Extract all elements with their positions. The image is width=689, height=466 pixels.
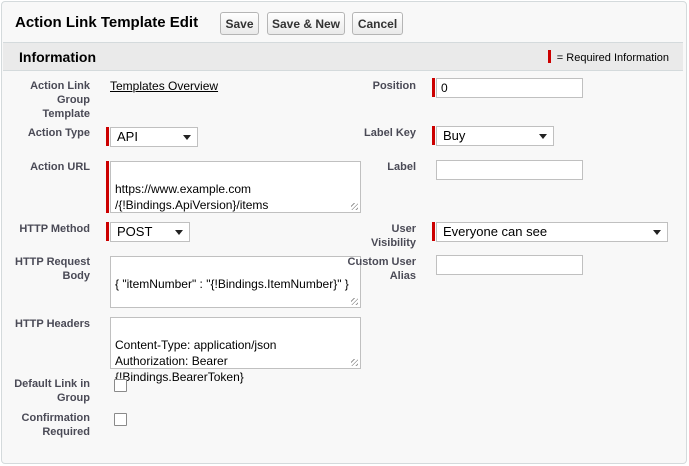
custom-user-alias-label: Custom User Alias [347, 256, 416, 282]
action-url-label: Action URL [30, 161, 90, 173]
group-template-label: Action Link Group Template [30, 80, 90, 120]
user-visibility-required-marker [432, 222, 435, 241]
action-type-label: Action Type [27, 127, 90, 139]
http-method-value: POST [117, 224, 153, 239]
group-template-link[interactable]: Templates Overview [110, 79, 218, 93]
position-label: Position [372, 80, 416, 92]
action-url-value: https://www.example.com /{!Bindings.ApiV… [115, 182, 269, 212]
http-method-required-marker [106, 222, 109, 241]
action-type-value: API [117, 129, 138, 144]
chevron-down-icon [539, 134, 547, 139]
section-title: Information [19, 49, 96, 65]
http-headers-textarea[interactable]: Content-Type: application/json Authoriza… [110, 317, 361, 384]
cancel-button[interactable]: Cancel [352, 12, 403, 35]
label-key-value: Buy [443, 128, 466, 143]
required-marker [547, 50, 551, 63]
label-input[interactable] [436, 160, 583, 180]
user-visibility-select[interactable]: Everyone can see [436, 222, 668, 242]
label-key-select[interactable]: Buy [436, 126, 554, 146]
http-request-body-textarea[interactable]: { "itemNumber" : "{!Bindings.ItemNumber}… [110, 256, 361, 308]
save-button[interactable]: Save [220, 12, 259, 35]
custom-user-alias-input[interactable] [436, 255, 583, 275]
confirmation-required-checkbox[interactable] [114, 413, 127, 426]
default-link-label: Default Link in Group [14, 378, 90, 404]
chevron-down-icon [175, 230, 183, 235]
user-visibility-value: Everyone can see [443, 224, 548, 239]
http-request-body-value: { "itemNumber" : "{!Bindings.ItemNumber}… [115, 277, 349, 291]
position-required-marker [432, 78, 435, 97]
http-method-select[interactable]: POST [110, 222, 190, 242]
default-link-checkbox[interactable] [114, 379, 127, 392]
position-input[interactable] [436, 78, 583, 98]
section-header: Information = Required Information [3, 42, 683, 71]
http-headers-label: HTTP Headers [15, 318, 90, 330]
page-title: Action Link Template Edit [15, 14, 199, 31]
http-method-label: HTTP Method [19, 223, 90, 235]
chevron-down-icon [653, 230, 661, 235]
resize-grip-icon[interactable] [351, 298, 358, 305]
required-legend-text: = Required Information [556, 52, 669, 64]
http-request-body-label: HTTP Request Body [15, 256, 90, 282]
label-key-label: Label Key [364, 127, 416, 139]
save-and-new-button[interactable]: Save & New [267, 12, 345, 35]
resize-grip-icon[interactable] [351, 359, 358, 366]
label-key-required-marker [432, 126, 435, 145]
required-legend: = Required Information [547, 50, 669, 64]
user-visibility-label: User Visibility [370, 223, 416, 249]
confirmation-required-label: Confirmation Required [21, 412, 90, 438]
action-url-required-marker [106, 161, 109, 213]
resize-grip-icon[interactable] [351, 203, 358, 210]
label-field-label: Label [387, 161, 416, 173]
chevron-down-icon [183, 135, 191, 140]
action-type-required-marker [106, 127, 109, 146]
action-type-select[interactable]: API [110, 127, 198, 147]
action-url-textarea[interactable]: https://www.example.com /{!Bindings.ApiV… [110, 161, 361, 213]
